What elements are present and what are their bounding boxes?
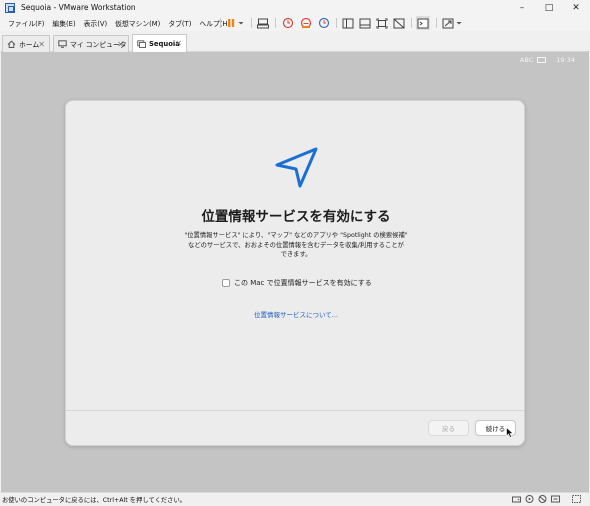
status-bar: お使いのコンピュータに戻るには、Ctrl+Alt を押してください。	[0, 492, 590, 506]
revert-snapshot-icon[interactable]	[299, 16, 313, 30]
location-arrow-icon	[275, 147, 318, 188]
tab-home[interactable]: ホーム ✕	[2, 35, 50, 52]
vmware-app-icon	[5, 2, 15, 13]
toolbar-separator	[251, 18, 252, 28]
clock-time: 19:34	[556, 56, 575, 64]
menu-file[interactable]: ファイル(F)	[4, 18, 48, 28]
usb-device-icon[interactable]	[551, 495, 560, 503]
toolbar-separator	[436, 18, 437, 28]
full-screen-icon[interactable]	[375, 16, 389, 30]
stretch-guest-icon[interactable]	[441, 16, 455, 30]
description-line: できます。	[280, 251, 312, 259]
console-view-icon[interactable]	[358, 16, 372, 30]
home-icon	[7, 40, 16, 48]
library-view-icon[interactable]	[341, 16, 355, 30]
page-title: 位置情報サービスを有効にする	[201, 209, 391, 225]
menu-view[interactable]: 表示(V)	[80, 18, 112, 28]
pause-dropdown-icon[interactable]	[236, 16, 246, 30]
description-line: "位置情報サービス" により、"マップ" などのアプリや "Spotlight …	[184, 232, 408, 239]
setup-dialog: 位置情報サービスを有効にする "位置情報サービス" により、"マップ" などのア…	[65, 100, 525, 446]
status-message: お使いのコンピュータに戻るには、Ctrl+Alt を押してください。	[2, 497, 187, 504]
toolbar-separator	[336, 18, 337, 28]
tab-bar: ホーム ✕ マイ コンピュータ ✕ Sequoia ✕	[0, 31, 590, 52]
unity-mode-icon[interactable]	[392, 16, 406, 30]
network-adapter-icon[interactable]	[538, 495, 547, 503]
messages-icon[interactable]	[572, 495, 581, 503]
stretch-dropdown-icon[interactable]	[454, 16, 464, 30]
enable-location-checkbox-row[interactable]: この Mac で位置情報サービスを有効にする	[222, 278, 372, 288]
menu-edit[interactable]: 編集(E)	[48, 18, 79, 28]
monitor-icon	[58, 40, 67, 48]
toolbar-separator	[275, 18, 276, 28]
terminal-icon[interactable]	[416, 16, 430, 30]
mouse-cursor-icon	[506, 427, 514, 438]
close-tab-icon[interactable]: ✕	[117, 40, 124, 49]
guest-status-area: ABC 19:34	[520, 56, 575, 64]
toolbar-separator	[411, 18, 412, 28]
menu-vm[interactable]: 仮想マシン(M)	[111, 18, 164, 28]
snapshot-icon[interactable]	[281, 16, 295, 30]
tab-sequoia[interactable]: Sequoia ✕	[132, 34, 187, 52]
enable-location-checkbox[interactable]	[222, 279, 230, 287]
description-line: などのサービスで、おおよその位置情報を含むデータを収集/利用することが	[188, 241, 404, 249]
menu-bar: ファイル(F) 編集(E) 表示(V) 仮想マシン(M) タブ(T) ヘルプ(H…	[0, 15, 590, 31]
tab-label: ホーム	[19, 41, 40, 49]
close-button[interactable]: ✕	[562, 0, 590, 15]
description-text: "位置情報サービス" により、"マップ" などのアプリや "Spotlight …	[161, 231, 431, 260]
hard-disk-icon[interactable]	[512, 495, 521, 503]
cd-drive-icon[interactable]	[525, 495, 534, 503]
send-ctrl-alt-del-icon[interactable]	[256, 16, 270, 30]
title-bar: Sequoia - VMware Workstation	[0, 0, 590, 15]
input-source-label: ABC	[519, 56, 534, 64]
toolbar-separator	[220, 18, 221, 28]
footer-divider	[66, 410, 524, 411]
window-title: Sequoia - VMware Workstation	[21, 3, 136, 12]
minimize-button[interactable]: –	[508, 0, 536, 15]
about-location-services-link[interactable]: 位置情報サービスについて...	[66, 309, 526, 319]
snapshot-manager-icon[interactable]	[317, 16, 331, 30]
maximize-button[interactable]: □	[535, 0, 563, 15]
back-button[interactable]: 戻る	[428, 420, 469, 436]
close-tab-icon[interactable]: ✕	[38, 40, 45, 49]
checkbox-label[interactable]: この Mac で位置情報サービスを有効にする	[234, 278, 372, 288]
vm-icon	[137, 39, 146, 48]
close-tab-icon[interactable]: ✕	[175, 39, 182, 48]
menu-tabs[interactable]: タブ(T)	[164, 18, 195, 28]
keyboard-icon	[537, 57, 547, 63]
tab-my-computer[interactable]: マイ コンピュータ ✕	[53, 35, 129, 52]
